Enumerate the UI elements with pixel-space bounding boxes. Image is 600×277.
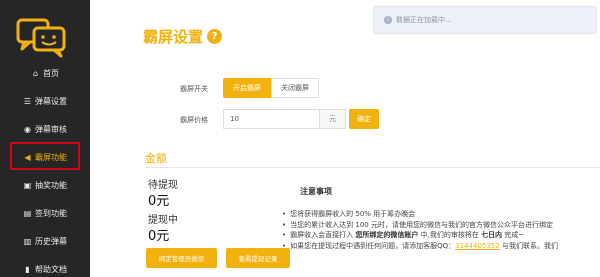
sidebar-item-lottery[interactable]: ▣ 抽奖功能: [0, 172, 90, 198]
notice-item: 霸屏收入会直接打入 您所绑定的微信账户 中,我们的审核将在 七日内 完成~: [282, 230, 600, 241]
eye-icon: ◉: [24, 124, 31, 134]
switch-label: 霸屏开关: [180, 85, 208, 93]
sidebar-item-label: 首页: [43, 68, 59, 78]
folder-icon: ▥: [23, 236, 32, 246]
sidebar-item-label: 历史弹幕: [35, 236, 67, 246]
sidebar-item-label: 弹幕设置: [35, 96, 67, 106]
sidebar-item-danmaku-review[interactable]: ◉ 弹幕审核: [0, 116, 90, 142]
notice-item: 当您的累计收入达到 100 元时，请使用您的微信与我们的官方微信公众平台进行绑定: [282, 220, 600, 231]
book-icon: ▮: [25, 264, 30, 274]
withdrawing-label: 提现中: [148, 215, 178, 226]
notice-title: 注意事项: [300, 187, 332, 196]
confirm-button[interactable]: 确定: [349, 109, 379, 129]
sidebar-item-checkin[interactable]: ▤ 签到功能: [0, 200, 90, 226]
help-icon[interactable]: ?: [207, 29, 223, 44]
active-item-highlight: [10, 142, 80, 170]
sidebar-item-label: 抽奖功能: [35, 180, 67, 190]
withdrawing-value: 0元: [148, 229, 170, 244]
toast-text: 数据正在加载中...: [396, 16, 452, 24]
sidebar-item-label: 签到功能: [35, 208, 67, 218]
balance-section-title: 金额: [145, 152, 167, 165]
pending-withdraw-label: 待提现: [148, 180, 178, 191]
logo-chat-icon: [16, 18, 66, 58]
info-icon: i: [384, 16, 392, 24]
disable-takeover-button[interactable]: 关闭霸屏: [271, 78, 319, 98]
main-content: i 数据正在加载中... 霸屏设置 ? 霸屏开关 开启霸屏 关闭霸屏 霸屏价格 …: [90, 0, 600, 277]
support-qq-link[interactable]: 3144405352: [455, 242, 500, 250]
notice-item: 如果您在提现过程中遇到任何问题，请添加客服QQ：3144405352 与我们联系…: [282, 241, 600, 252]
sidebar-item-danmaku-settings[interactable]: ☰ 弹幕设置: [0, 88, 90, 114]
id-card-icon: ▤: [23, 208, 32, 218]
page-title: 霸屏设置 ?: [143, 26, 223, 47]
sidebar: ⌂ 首页 ☰ 弹幕设置 ◉ 弹幕审核 ◀ 霸屏功能 ▣ 抽奖功能 ▤ 签到功能 …: [0, 0, 90, 277]
sliders-icon: ☰: [23, 96, 32, 106]
sidebar-item-history[interactable]: ▥ 历史弹幕: [0, 228, 90, 254]
home-icon: ⌂: [32, 68, 39, 78]
price-unit: 元: [319, 109, 346, 129]
loading-toast: i 数据正在加载中...: [373, 6, 597, 34]
price-label: 霸屏价格: [180, 116, 208, 124]
sidebar-item-help[interactable]: ▮ 帮助文档: [0, 256, 90, 277]
video-icon: ▣: [23, 180, 32, 190]
sidebar-item-label: 帮助文档: [35, 264, 67, 274]
price-input[interactable]: 10: [223, 109, 319, 129]
sidebar-item-label: 弹幕审核: [35, 124, 67, 134]
enable-takeover-button[interactable]: 开启霸屏: [223, 78, 271, 98]
section-divider: [145, 167, 600, 168]
page-title-text: 霸屏设置: [143, 28, 204, 46]
sidebar-item-home[interactable]: ⌂ 首页: [0, 60, 90, 86]
pending-withdraw-value: 0元: [148, 194, 170, 209]
notice-list: 您将获得霸屏收入的 50% 用于筹办晚会 当您的累计收入达到 100 元时，请使…: [282, 209, 600, 251]
view-withdraw-records-button[interactable]: 查看提现记录: [226, 248, 290, 268]
bind-admin-wechat-button[interactable]: 绑定管理员微信: [146, 248, 217, 268]
notice-item: 您将获得霸屏收入的 50% 用于筹办晚会: [282, 209, 600, 220]
